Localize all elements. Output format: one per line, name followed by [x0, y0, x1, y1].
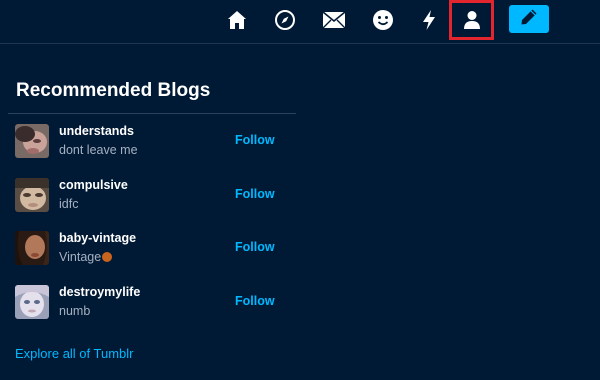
follow-button[interactable]: Follow [235, 187, 275, 201]
explore-icon[interactable] [270, 5, 300, 35]
recommended-blogs-title: Recommended Blogs [16, 80, 211, 101]
avatar[interactable] [15, 284, 49, 319]
emoji-icon [102, 252, 113, 262]
blog-description: dont leave me [59, 143, 138, 157]
blog-description: idfc [59, 196, 79, 211]
list-item[interactable]: compulsive idfc Follow [0, 168, 296, 222]
blog-name[interactable]: understands [59, 124, 134, 138]
account-icon-highlight [449, 0, 494, 40]
blog-description: Vintage [59, 250, 113, 264]
follow-button[interactable]: Follow [235, 294, 275, 308]
top-navigation-bar [0, 0, 600, 44]
avatar[interactable] [15, 124, 49, 158]
explore-all-link[interactable]: Explore all of Tumblr [15, 346, 134, 361]
avatar[interactable] [15, 177, 49, 212]
pencil-icon [520, 8, 538, 31]
home-icon[interactable] [222, 5, 252, 35]
list-item[interactable]: baby-vintage Vintage Follow [0, 221, 296, 275]
list-item[interactable]: destroymylife numb Follow [0, 275, 296, 329]
compose-button[interactable] [509, 5, 549, 33]
inbox-icon[interactable] [319, 5, 349, 35]
activity-icon[interactable] [414, 5, 444, 35]
follow-button[interactable]: Follow [235, 240, 275, 254]
blog-name[interactable]: destroymylife [59, 285, 140, 299]
avatar[interactable] [15, 231, 49, 265]
blog-name[interactable]: compulsive [59, 178, 128, 192]
blog-name[interactable]: baby-vintage [59, 231, 136, 245]
follow-button[interactable]: Follow [235, 133, 275, 147]
blog-description: numb [59, 303, 91, 318]
recommended-blog-list: understands dont leave me Follow compuls… [0, 114, 296, 328]
list-item[interactable]: understands dont leave me Follow [0, 114, 296, 168]
messaging-icon[interactable] [368, 5, 398, 35]
